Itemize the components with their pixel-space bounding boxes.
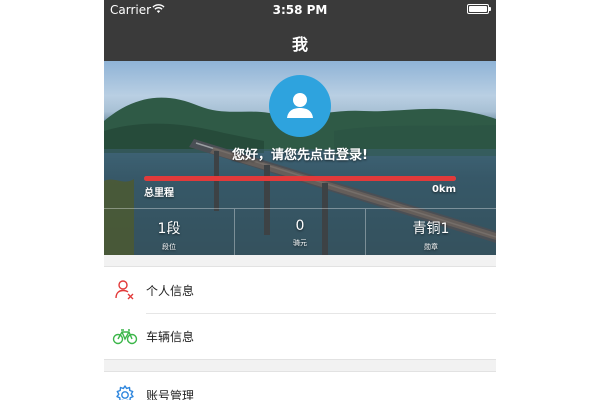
stat-medal[interactable]: 青铜1 勋章 [366, 209, 496, 255]
status-time: 3:58 PM [272, 3, 328, 17]
menu-group-account: 账号管理 [104, 371, 496, 400]
stat-value: 0 [295, 218, 305, 234]
menu-item-account-management[interactable]: 账号管理 [104, 372, 496, 400]
mileage-label: 总里程 [144, 188, 174, 199]
menu-item-label: 车辆信息 [146, 330, 195, 344]
stat-label: 勋章 [424, 243, 438, 251]
profile-header: 您好，请您先点击登录! 总里程 0km 1段 段位 0 骑元 青铜1 勋章 [104, 61, 496, 255]
bicycle-icon [112, 329, 138, 345]
menu-item-personal-info[interactable]: 个人信息 [104, 267, 496, 313]
avatar[interactable] [269, 75, 331, 137]
battery-icon [467, 4, 491, 14]
mileage-value: 0km [431, 184, 456, 195]
menu-item-label: 个人信息 [146, 284, 195, 298]
menu-item-label: 账号管理 [146, 389, 195, 400]
mileage-progress-bar [144, 176, 456, 181]
mileage-progress-fill [144, 176, 456, 181]
phone-screen: Carrier 3:58 PM 我 您好，请您先点击登录! 总里程 0km 1段… [104, 0, 496, 400]
login-prompt[interactable]: 您好，请您先点击登录! [104, 144, 496, 163]
status-bar: Carrier 3:58 PM [104, 0, 496, 20]
user-silhouette-icon [287, 93, 313, 118]
navigation-bar: 我 [104, 20, 496, 61]
gear-icon [116, 385, 134, 400]
page-title: 我 [291, 35, 308, 54]
stat-value: 1段 [157, 221, 181, 237]
stat-rank[interactable]: 1段 段位 [104, 209, 235, 255]
menu-item-vehicle-info[interactable]: 车辆信息 [104, 313, 496, 359]
stats-row: 1段 段位 0 骑元 青铜1 勋章 [104, 208, 496, 255]
person-icon [115, 280, 134, 300]
menu-group-info: 个人信息 车辆信息 [104, 266, 496, 360]
stat-label: 骑元 [293, 239, 307, 247]
stat-label: 段位 [162, 243, 176, 251]
stat-value: 青铜1 [412, 221, 450, 237]
stat-points[interactable]: 0 骑元 [235, 209, 366, 255]
